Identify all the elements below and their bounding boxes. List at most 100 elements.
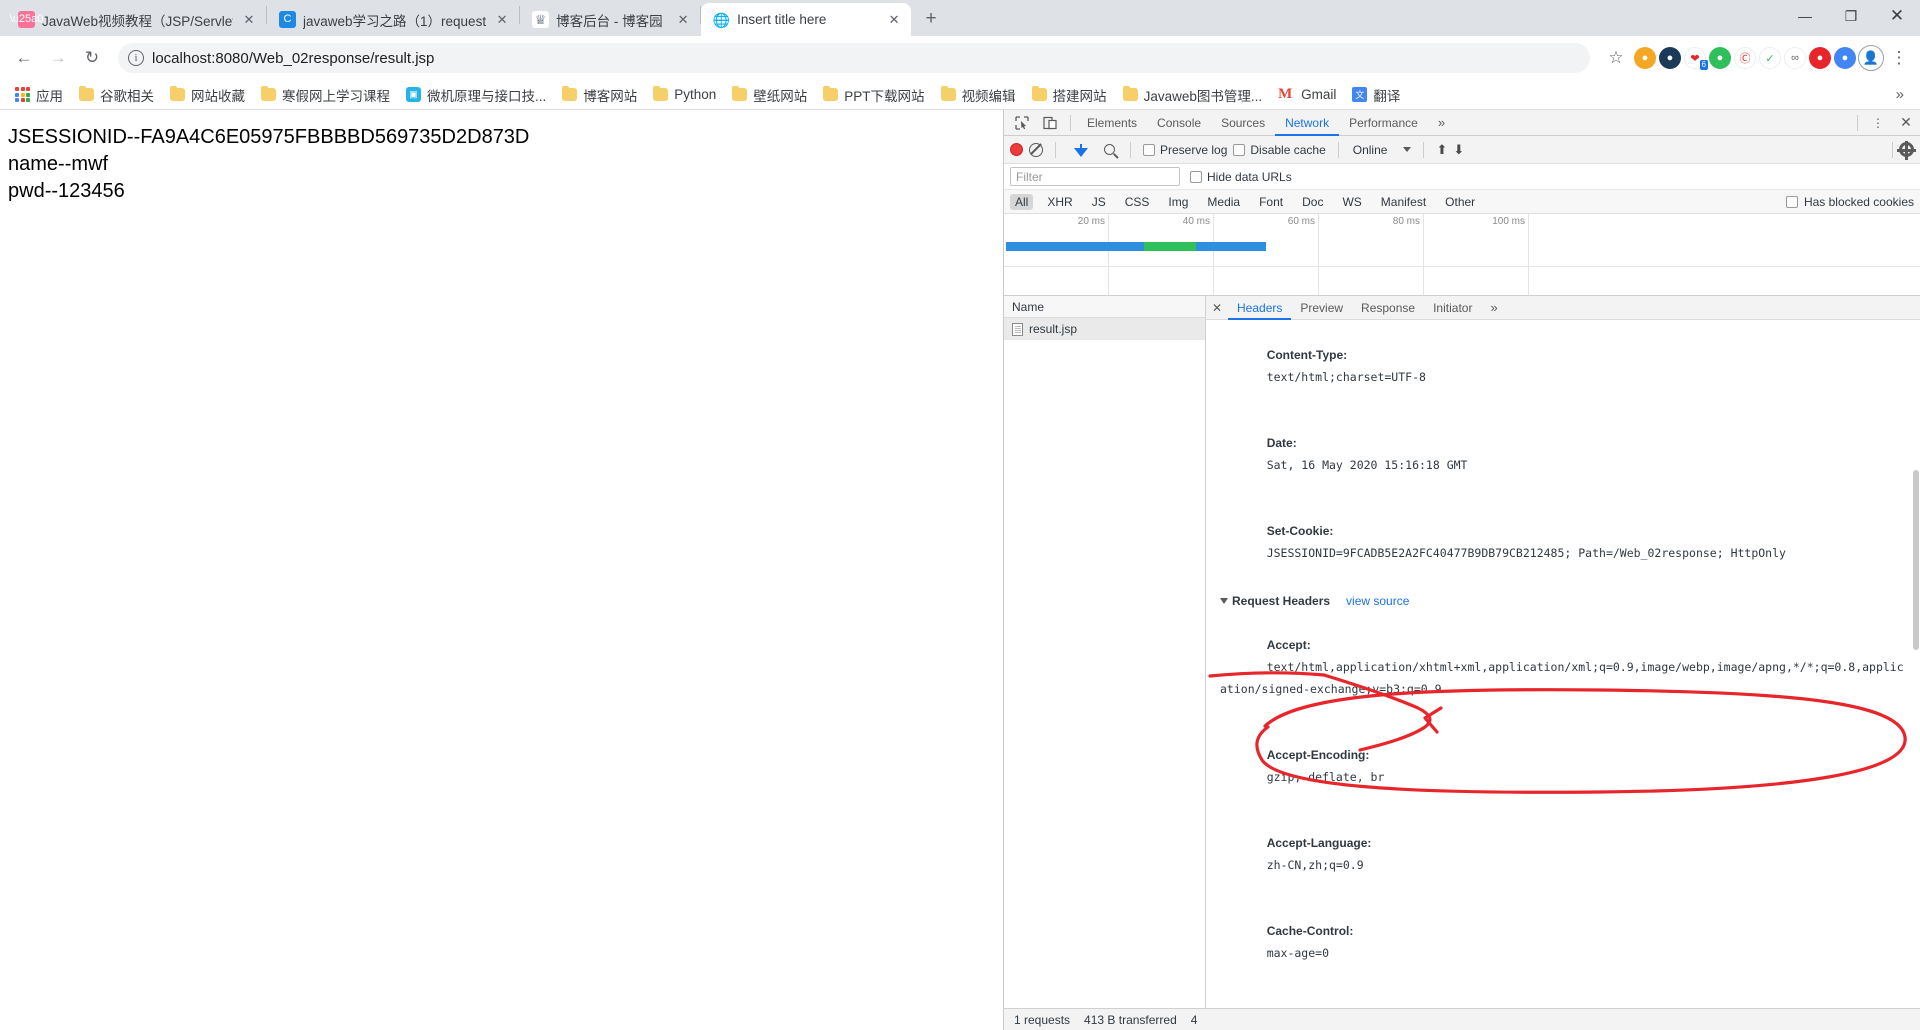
bookmark-label: PPT下载网站 <box>844 88 925 104</box>
site-info-icon[interactable]: i <box>128 50 144 66</box>
apps-grid-icon <box>15 87 30 102</box>
type-filter-font[interactable]: Font <box>1254 194 1288 210</box>
details-tab-initiator[interactable]: Initiator <box>1424 296 1481 320</box>
browser-menu-button[interactable]: ⋮ <box>1886 48 1912 68</box>
disable-cache-checkbox[interactable]: Disable cache <box>1233 143 1326 157</box>
bookmark-item-2[interactable]: 网站收藏 <box>163 82 252 108</box>
type-filter-media[interactable]: Media <box>1202 194 1245 210</box>
header-accept-language: Accept-Language: zh-CN,zh;q=0.9 <box>1220 810 1910 898</box>
bookmark-apps[interactable]: 应用 <box>8 82 70 108</box>
back-button[interactable]: ← <box>8 42 40 74</box>
close-details-icon[interactable]: ✕ <box>1206 301 1228 315</box>
bookmark-item-6[interactable]: Python <box>646 84 723 105</box>
search-icon[interactable] <box>1104 144 1115 155</box>
extension-icon-7[interactable]: ∞ <box>1784 47 1806 69</box>
bookmark-item-translate[interactable]: 文 翻译 <box>1345 82 1407 108</box>
devtools-tab-sources[interactable]: Sources <box>1211 110 1275 136</box>
close-window-button[interactable]: ✕ <box>1874 0 1920 32</box>
type-filter-js[interactable]: JS <box>1087 194 1111 210</box>
tab-close-icon[interactable]: ✕ <box>674 11 692 29</box>
checkbox-box <box>1233 143 1246 156</box>
browser-tab-4-active[interactable]: 🌐 Insert title here ✕ <box>701 3 912 36</box>
tab-close-icon[interactable]: ✕ <box>493 11 511 29</box>
type-filter-other[interactable]: Other <box>1440 194 1480 210</box>
details-tab-preview[interactable]: Preview <box>1291 296 1352 320</box>
extension-icon-9[interactable]: ● <box>1834 47 1856 69</box>
folder-icon <box>1122 85 1138 101</box>
timeline-tick-label: 20 ms <box>1077 216 1105 227</box>
bookmark-item-9[interactable]: 视频编辑 <box>934 82 1023 108</box>
filter-icon[interactable] <box>1074 144 1088 157</box>
type-filter-doc[interactable]: Doc <box>1297 194 1328 210</box>
type-filter-img[interactable]: Img <box>1163 194 1193 210</box>
bookmark-label: 翻译 <box>1373 88 1401 104</box>
browser-tab-1[interactable]: \u25a0 JavaWeb视频教程（JSP/Servlet ✕ <box>6 3 266 36</box>
throttling-dropdown[interactable]: Online <box>1351 143 1412 157</box>
extension-icon-4[interactable]: ● <box>1709 47 1731 69</box>
bookmark-item-1[interactable]: 谷歌相关 <box>72 82 161 108</box>
type-filter-all[interactable]: All <box>1010 193 1034 210</box>
device-toolbar-icon[interactable] <box>1036 111 1064 135</box>
details-scrollbar[interactable] <box>1912 320 1920 1008</box>
devtools-tab-network[interactable]: Network <box>1275 110 1339 136</box>
bookmark-item-4[interactable]: ▣ 微机原理与接口技... <box>399 82 553 108</box>
extension-icon-8[interactable]: ● <box>1809 47 1831 69</box>
view-source-link[interactable]: view source <box>1346 590 1409 612</box>
type-filter-ws[interactable]: WS <box>1337 194 1366 210</box>
headers-list: Content-Type: text/html;charset=UTF-8 Da… <box>1206 320 1920 1008</box>
reload-button[interactable]: ↻ <box>76 42 108 74</box>
extension-icon-1[interactable]: ● <box>1634 47 1656 69</box>
bookmark-item-gmail[interactable]: M Gmail <box>1271 84 1343 105</box>
bookmark-star-icon[interactable]: ☆ <box>1600 42 1632 74</box>
gear-icon[interactable] <box>1899 140 1914 160</box>
tab-close-icon[interactable]: ✕ <box>885 11 903 29</box>
browser-tab-3[interactable]: ♕ 博客后台 - 博客园 ✕ <box>520 3 700 36</box>
export-har-icon[interactable]: ⬇ <box>1453 142 1464 158</box>
clear-button[interactable] <box>1029 142 1043 157</box>
type-filter-css[interactable]: CSS <box>1120 194 1155 210</box>
filter-input[interactable]: Filter <box>1010 167 1180 186</box>
address-bar[interactable]: i localhost:8080/Web_02response/result.j… <box>118 43 1590 73</box>
profile-avatar[interactable]: 👤 <box>1858 45 1884 71</box>
bookmark-item-5[interactable]: 博客网站 <box>555 82 644 108</box>
bookmark-item-10[interactable]: 搭建网站 <box>1025 82 1114 108</box>
extension-icon-5[interactable]: Ⓒ <box>1734 47 1756 69</box>
hide-data-urls-checkbox[interactable]: Hide data URLs <box>1190 170 1292 184</box>
bookmark-item-3[interactable]: 寒假网上学习课程 <box>254 82 397 108</box>
new-tab-button[interactable]: + <box>917 5 945 33</box>
request-row-result-jsp[interactable]: result.jsp <box>1004 318 1205 340</box>
scrollbar-thumb[interactable] <box>1913 470 1919 650</box>
details-tab-response[interactable]: Response <box>1352 296 1424 320</box>
type-filter-manifest[interactable]: Manifest <box>1376 194 1431 210</box>
maximize-button[interactable]: ❐ <box>1828 0 1874 32</box>
has-blocked-cookies-checkbox[interactable]: Has blocked cookies <box>1785 195 1914 209</box>
bookmark-item-8[interactable]: PPT下载网站 <box>816 82 931 108</box>
devtools-tab-elements[interactable]: Elements <box>1077 110 1147 136</box>
import-har-icon[interactable]: ⬆ <box>1436 142 1447 158</box>
extension-icon-3[interactable]: ❤ 6 <box>1684 47 1708 70</box>
details-more-tabs-icon[interactable]: » <box>1481 296 1506 320</box>
bookmark-item-11[interactable]: Javaweb图书管理... <box>1116 82 1270 108</box>
devtools-tab-performance[interactable]: Performance <box>1339 110 1428 136</box>
devtools-close-button[interactable]: ✕ <box>1892 111 1920 135</box>
details-tab-headers[interactable]: Headers <box>1228 296 1291 320</box>
tab-close-icon[interactable]: ✕ <box>240 11 258 29</box>
devtools-tab-console[interactable]: Console <box>1147 110 1211 136</box>
bookmarks-overflow-icon[interactable]: » <box>1888 86 1912 103</box>
bookmark-item-7[interactable]: 壁纸网站 <box>725 82 814 108</box>
forward-button[interactable]: → <box>42 42 74 74</box>
network-overview-timeline[interactable]: 20 ms 40 ms 60 ms 80 ms 100 ms <box>1004 214 1920 296</box>
minimize-button[interactable]: — <box>1782 0 1828 32</box>
tab-strip: \u25a0 JavaWeb视频教程（JSP/Servlet ✕ C javaw… <box>0 0 1920 36</box>
record-button[interactable] <box>1010 143 1023 156</box>
devtools-menu-button[interactable]: ⋮ <box>1864 111 1892 135</box>
devtools-more-panels-icon[interactable]: » <box>1428 110 1455 136</box>
browser-toolbar: ← → ↻ i localhost:8080/Web_02response/re… <box>0 36 1920 80</box>
preserve-log-checkbox[interactable]: Preserve log <box>1143 143 1227 157</box>
extension-icon-2[interactable]: ● <box>1659 47 1681 69</box>
browser-tab-2[interactable]: C javaweb学习之路（1）request ✕ <box>267 3 519 36</box>
extension-icon-6[interactable]: ✓ <box>1759 47 1781 69</box>
type-filter-xhr[interactable]: XHR <box>1042 194 1077 210</box>
request-headers-section-title[interactable]: Request Headers view source <box>1220 590 1910 612</box>
inspect-element-icon[interactable] <box>1008 111 1036 135</box>
